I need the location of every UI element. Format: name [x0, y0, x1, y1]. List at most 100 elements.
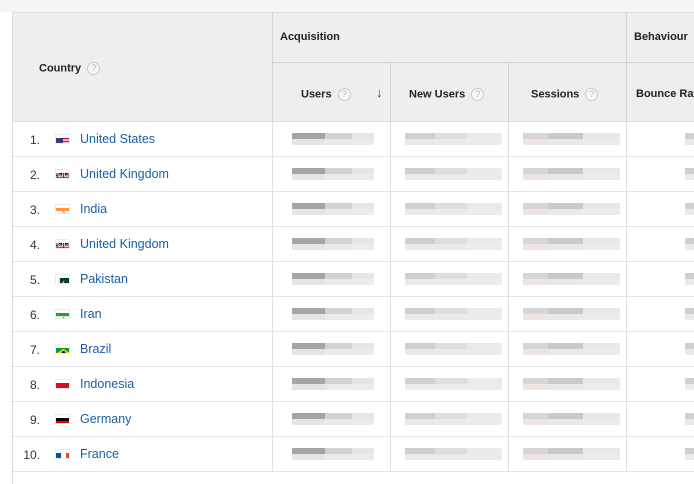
- redacted-metric-value: [435, 314, 467, 320]
- help-icon[interactable]: ?: [337, 88, 351, 101]
- redacted-metric-value: [292, 174, 325, 180]
- redacted-metric-value: [292, 279, 325, 285]
- new-users-header-label: New Users: [409, 88, 466, 101]
- redacted-metric-value: [467, 279, 502, 285]
- redacted-metric-value: [292, 349, 325, 355]
- country-header[interactable]: Country?: [39, 62, 101, 75]
- column-divider: [626, 192, 627, 226]
- country-header-label: Country: [39, 62, 82, 75]
- country-link[interactable]: Indonesia: [80, 377, 134, 391]
- redacted-metric-value: [523, 174, 548, 180]
- acquisition-group-label: Acquisition: [280, 31, 340, 43]
- redacted-metric-value: [685, 139, 694, 145]
- country-link[interactable]: India: [80, 202, 107, 216]
- redacted-metric-value: [352, 244, 374, 250]
- column-divider: [272, 332, 273, 366]
- redacted-metric-value: [325, 349, 352, 355]
- column-divider: [508, 402, 509, 436]
- redacted-metric-value: [523, 419, 548, 425]
- sort-descending-icon[interactable]: ↓: [376, 85, 383, 100]
- redacted-metric-value: [523, 384, 548, 390]
- column-divider: [390, 297, 391, 331]
- table-row: 6. Iran: [13, 297, 694, 332]
- help-icon[interactable]: ?: [87, 62, 101, 75]
- table-row: 4. United Kingdom: [13, 227, 694, 262]
- redacted-metric-value: [548, 454, 583, 460]
- country-link[interactable]: United States: [80, 132, 155, 146]
- column-divider: [272, 367, 273, 401]
- redacted-metric-value: [435, 244, 467, 250]
- column-divider: [626, 332, 627, 366]
- brazil-flag-icon: [55, 344, 70, 354]
- bounce-rate-column-header[interactable]: Bounce Rate: [636, 88, 694, 100]
- redacted-metric-value: [548, 209, 583, 215]
- sessions-header-label: Sessions: [531, 88, 580, 101]
- redacted-metric-value: [352, 279, 374, 285]
- redacted-metric-value: [583, 314, 620, 320]
- column-divider: [272, 192, 273, 226]
- country-link[interactable]: United Kingdom: [80, 237, 169, 251]
- redacted-metric-value: [523, 209, 548, 215]
- table-row: 7. Brazil: [13, 332, 694, 367]
- table-row: 3. India: [13, 192, 694, 227]
- india-flag-icon: [55, 204, 70, 214]
- redacted-metric-value: [435, 209, 467, 215]
- redacted-metric-value: [685, 244, 694, 250]
- redacted-metric-value: [352, 314, 374, 320]
- row-rank: 8.: [29, 378, 40, 392]
- column-divider: [626, 402, 627, 436]
- column-divider: [626, 297, 627, 331]
- redacted-metric-value: [583, 384, 620, 390]
- users-column-header[interactable]: Users?: [301, 88, 351, 101]
- column-divider: [390, 262, 391, 296]
- redacted-metric-value: [352, 384, 374, 390]
- country-link[interactable]: Brazil: [80, 342, 111, 356]
- country-link[interactable]: France: [80, 447, 119, 461]
- redacted-metric-value: [685, 314, 694, 320]
- redacted-metric-value: [352, 349, 374, 355]
- sessions-column-header[interactable]: Sessions?: [531, 88, 599, 101]
- column-divider: [508, 192, 509, 226]
- table-row: 1. United States: [13, 122, 694, 157]
- redacted-metric-value: [352, 139, 374, 145]
- redacted-metric-value: [292, 454, 325, 460]
- help-icon[interactable]: ?: [471, 88, 485, 101]
- redacted-metric-value: [523, 139, 548, 145]
- table-row: 5. Pakistan: [13, 262, 694, 297]
- redacted-metric-value: [352, 209, 374, 215]
- redacted-metric-value: [685, 349, 694, 355]
- table-row: 9. Germany: [13, 402, 694, 437]
- redacted-metric-value: [435, 174, 467, 180]
- redacted-metric-value: [352, 419, 374, 425]
- new-users-column-header[interactable]: New Users?: [409, 88, 485, 101]
- row-rank: 10.: [23, 448, 40, 462]
- row-rank: 1.: [29, 133, 40, 147]
- redacted-metric-value: [292, 244, 325, 250]
- redacted-metric-value: [583, 349, 620, 355]
- behaviour-group-label: Behaviour: [634, 31, 688, 43]
- help-icon[interactable]: ?: [585, 88, 599, 101]
- redacted-metric-value: [325, 454, 352, 460]
- country-link[interactable]: Germany: [80, 412, 131, 426]
- redacted-metric-value: [292, 139, 325, 145]
- row-rank: 9.: [29, 413, 40, 427]
- germany-flag-icon: [55, 414, 70, 424]
- country-link[interactable]: Iran: [80, 307, 102, 321]
- redacted-metric-value: [685, 419, 694, 425]
- redacted-metric-value: [325, 279, 352, 285]
- redacted-metric-value: [325, 209, 352, 215]
- redacted-metric-value: [523, 454, 548, 460]
- pakistan-flag-icon: [55, 274, 70, 284]
- redacted-metric-value: [405, 139, 435, 145]
- redacted-metric-value: [435, 419, 467, 425]
- redacted-metric-value: [292, 209, 325, 215]
- redacted-metric-value: [405, 384, 435, 390]
- uk-flag-icon: [55, 239, 70, 249]
- column-divider: [390, 227, 391, 261]
- column-divider: [508, 367, 509, 401]
- column-divider: [508, 122, 509, 156]
- redacted-metric-value: [405, 349, 435, 355]
- redacted-metric-value: [325, 419, 352, 425]
- country-link[interactable]: United Kingdom: [80, 167, 169, 181]
- country-link[interactable]: Pakistan: [80, 272, 128, 286]
